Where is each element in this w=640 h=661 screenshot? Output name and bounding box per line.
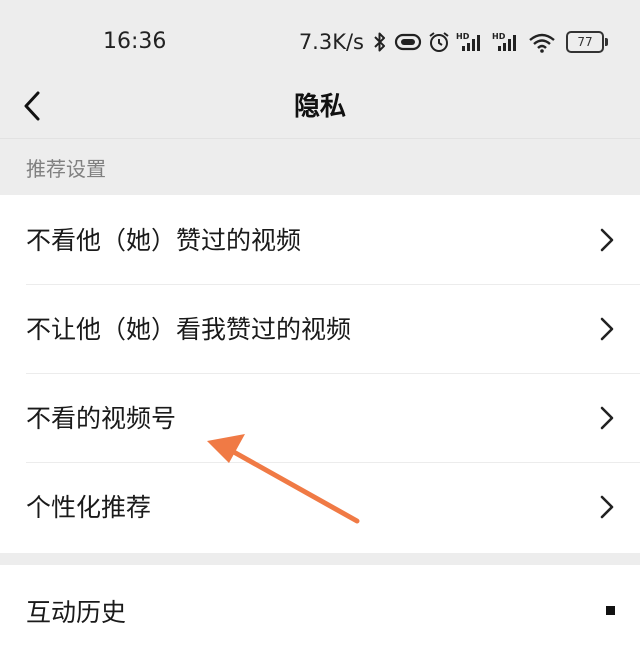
svg-text:HD: HD: [492, 32, 506, 41]
battery-icon: 77: [566, 31, 608, 53]
vibrate-icon: [394, 33, 422, 51]
recommendation-settings-group: 不看他（她）赞过的视频 不让他（她）看我赞过的视频 不看的视频号 个性化推荐: [0, 195, 640, 553]
status-time: 16:36: [103, 29, 167, 54]
section-header: 推荐设置: [26, 157, 106, 181]
chevron-right-icon: [600, 495, 614, 519]
hd-signal-icon: HD: [492, 32, 516, 51]
setting-row-hide-my-likes[interactable]: 不让他（她）看我赞过的视频: [0, 284, 640, 373]
nav-bar: 隐私: [0, 80, 640, 139]
network-speed: 7.3K/s: [298, 30, 364, 54]
hd-signal-icon: HD: [456, 32, 480, 51]
setting-row-personalized-recommendation[interactable]: 个性化推荐: [0, 462, 640, 551]
alarm-icon: [429, 32, 449, 52]
setting-row-label: 互动历史: [26, 598, 127, 627]
setting-row-label: 不看他（她）赞过的视频: [26, 226, 302, 255]
bluetooth-icon: [374, 32, 385, 52]
chevron-right-icon: [600, 317, 614, 341]
corner-mark: [606, 606, 615, 615]
chevron-right-icon: [600, 406, 614, 430]
setting-row-label: 不让他（她）看我赞过的视频: [26, 315, 352, 344]
status-bar: 16:36 7.3K/s HD HD 77: [0, 0, 640, 80]
status-icons: 7.3K/s HD HD 77: [298, 28, 608, 56]
interaction-group: 互动历史: [0, 565, 640, 661]
setting-row-label: 个性化推荐: [26, 493, 152, 522]
svg-text:HD: HD: [456, 32, 470, 41]
page-title: 隐私: [293, 92, 346, 122]
setting-row-hide-their-likes[interactable]: 不看他（她）赞过的视频: [0, 195, 640, 284]
setting-row-interaction-history[interactable]: 互动历史: [0, 565, 640, 654]
setting-row-blocked-channels[interactable]: 不看的视频号: [0, 373, 640, 462]
wifi-icon: [529, 33, 555, 53]
setting-row-label: 不看的视频号: [26, 404, 177, 433]
chevron-right-icon: [600, 228, 614, 252]
